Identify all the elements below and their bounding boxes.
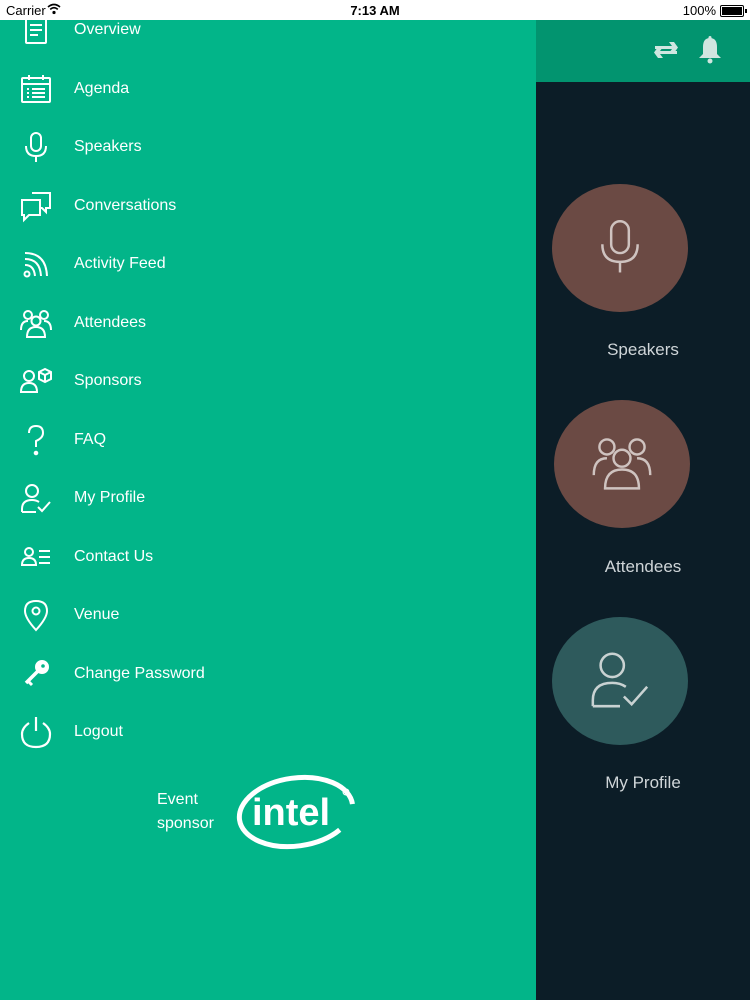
menu-item-activity-feed[interactable]: Activity Feed: [0, 239, 536, 289]
menu-item-sponsors[interactable]: Sponsors: [0, 356, 536, 406]
person-check-icon: [587, 646, 653, 717]
key-icon: [16, 654, 56, 694]
speakers-tile[interactable]: [552, 184, 688, 312]
menu-label: Overview: [74, 21, 141, 38]
sync-icon[interactable]: [650, 34, 682, 66]
my-profile-tile-label[interactable]: My Profile: [536, 773, 750, 793]
menu-label: Change Password: [74, 665, 205, 682]
sponsor-line-2: sponsor: [157, 815, 214, 832]
svg-text:intel: intel: [252, 792, 330, 834]
menu-item-venue[interactable]: Venue: [0, 590, 536, 640]
menu-label: Attendees: [74, 314, 147, 331]
sponsor-line-1: Event: [157, 791, 198, 808]
attendees-tile[interactable]: [554, 400, 690, 528]
menu-item-speakers[interactable]: Speakers: [0, 122, 536, 172]
menu-label: Speakers: [74, 138, 142, 155]
menu-item-faq[interactable]: FAQ: [0, 415, 536, 465]
menu-label: Sponsors: [74, 372, 142, 389]
menu-item-agenda[interactable]: Agenda: [0, 64, 536, 114]
people-group-icon: [584, 430, 660, 499]
rss-icon: [16, 244, 56, 284]
menu-label: My Profile: [74, 489, 146, 506]
menu-label: FAQ: [74, 431, 107, 448]
person-check-icon: [16, 478, 56, 518]
battery-icon: [720, 5, 747, 17]
contact-card-icon: [16, 537, 56, 577]
dashboard-header: [536, 20, 750, 82]
question-icon: [16, 420, 56, 460]
microphone-icon: [16, 127, 56, 167]
location-pin-icon: [16, 595, 56, 635]
attendees-tile-label[interactable]: Attendees: [536, 557, 750, 577]
intel-logo: intel: [236, 774, 356, 850]
clock: 7:13 AM: [350, 3, 400, 18]
bell-icon[interactable]: [694, 34, 726, 66]
menu-item-change-password[interactable]: Change Password: [0, 649, 536, 699]
chat-bubbles-icon: [16, 186, 56, 226]
menu-label: Conversations: [74, 197, 177, 214]
menu-label: Contact Us: [74, 548, 154, 565]
menu-label: Logout: [74, 723, 123, 740]
person-box-icon: [16, 361, 56, 401]
dashboard-pane: Speakers Attendees My Profile: [536, 20, 750, 1000]
menu-item-my-profile[interactable]: My Profile: [0, 473, 536, 523]
people-group-icon: [16, 303, 56, 343]
menu-item-attendees[interactable]: Attendees: [0, 298, 536, 348]
my-profile-tile[interactable]: [552, 617, 688, 745]
sponsor-caption: Event sponsor: [157, 788, 214, 836]
battery-percent: 100%: [682, 3, 716, 18]
menu-label: Venue: [74, 606, 120, 623]
menu-item-contact-us[interactable]: Contact Us: [0, 532, 536, 582]
menu-label: Agenda: [74, 80, 130, 97]
side-drawer: Overview Agenda Speakers Conversations A…: [0, 15, 536, 1000]
power-icon: [16, 712, 56, 752]
menu-item-conversations[interactable]: Conversations: [0, 181, 536, 231]
menu-label: Activity Feed: [74, 255, 166, 272]
menu-item-logout[interactable]: Logout: [0, 707, 536, 757]
calendar-icon: [16, 69, 56, 109]
status-bar: Carrier 7:13 AM 100%: [0, 0, 750, 20]
microphone-icon: [590, 216, 650, 281]
speakers-tile-label[interactable]: Speakers: [536, 340, 750, 360]
